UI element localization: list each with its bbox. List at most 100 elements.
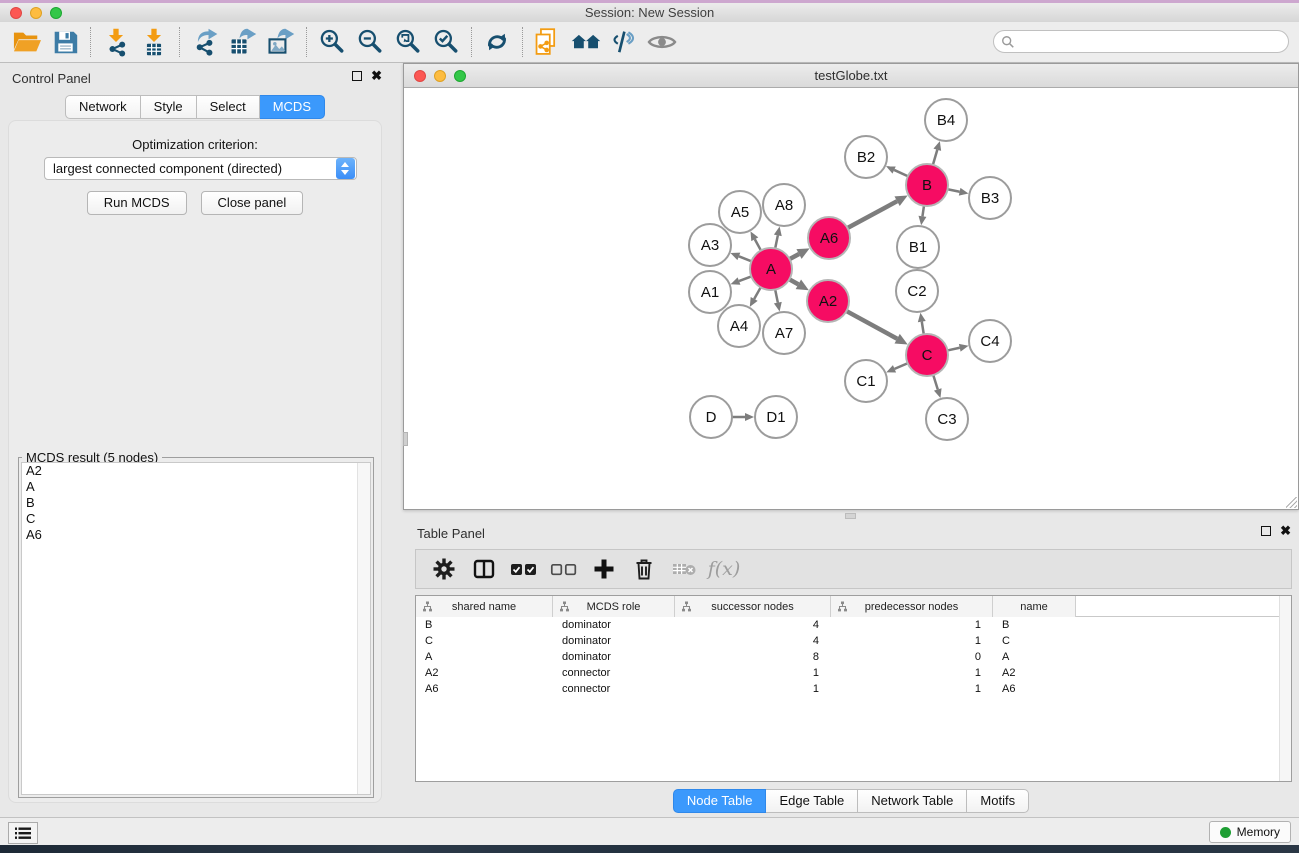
edge-C-C4[interactable] <box>947 348 959 351</box>
edge-B-B4[interactable] <box>933 150 937 165</box>
network-window-resize-handle[interactable] <box>1286 497 1297 508</box>
zoom-selected-icon[interactable] <box>427 25 465 59</box>
mcds-result-item[interactable]: A6 <box>22 527 370 543</box>
control-panel-tabs: NetworkStyleSelectMCDS <box>0 95 390 119</box>
memory-button[interactable]: Memory <box>1209 821 1291 843</box>
table-scrollbar[interactable] <box>1279 596 1291 781</box>
show-columns-icon[interactable] <box>466 553 502 585</box>
zoom-out-icon[interactable] <box>351 25 389 59</box>
criterion-dropdown-value: largest connected component (directed) <box>45 161 336 176</box>
tab-select[interactable]: Select <box>197 95 260 119</box>
home-sessions-icon[interactable] <box>567 25 605 59</box>
delete-table-icon[interactable] <box>666 553 702 585</box>
status-bar: Memory <box>0 817 1299 845</box>
memory-status-icon <box>1220 827 1231 838</box>
node-label-B: B <box>922 177 932 194</box>
float-panel-icon[interactable] <box>352 71 362 81</box>
zoom-fit-icon[interactable] <box>389 25 427 59</box>
column-header-name[interactable]: name <box>993 596 1076 617</box>
edge-B-B2[interactable] <box>894 170 908 176</box>
column-header-predecessor-nodes[interactable]: predecessor nodes <box>831 596 993 617</box>
mcds-tab-content: Optimization criterion: largest connecte… <box>8 120 382 803</box>
edge-A2-C[interactable] <box>846 311 897 339</box>
tab-edge-table[interactable]: Edge Table <box>766 789 858 813</box>
select-all-checkboxes-icon[interactable] <box>506 553 542 585</box>
tab-network-table[interactable]: Network Table <box>858 789 967 813</box>
mcds-result-item[interactable]: A2 <box>22 463 370 479</box>
export-image-icon[interactable] <box>262 25 300 59</box>
network-canvas[interactable]: AA1A2A3A4A5A6A7A8BB1B2B3B4CC1C2C3C4DD1 <box>404 88 1298 509</box>
tab-motifs[interactable]: Motifs <box>967 789 1029 813</box>
tab-network[interactable]: Network <box>65 95 141 119</box>
mcds-result-item[interactable]: A <box>22 479 370 495</box>
edge-C-C3[interactable] <box>933 375 937 389</box>
close-panel-icon[interactable]: ✖ <box>371 71 382 81</box>
column-header-shared-name[interactable]: shared name <box>416 596 553 617</box>
open-folder-icon[interactable] <box>8 25 46 59</box>
edge-A-A4[interactable] <box>754 287 761 299</box>
table-cell: dominator <box>553 651 675 663</box>
float-table-panel-icon[interactable] <box>1261 526 1271 536</box>
deselect-all-checkboxes-icon[interactable] <box>546 553 582 585</box>
edge-B-B1[interactable] <box>922 206 924 217</box>
edge-A-A5[interactable] <box>755 239 761 250</box>
table-cell: 8 <box>675 651 831 663</box>
add-column-icon[interactable] <box>586 553 622 585</box>
mcds-result-item[interactable]: B <box>22 495 370 511</box>
column-header-successor-nodes[interactable]: successor nodes <box>675 596 831 617</box>
toolbar-search-field[interactable] <box>993 30 1289 53</box>
tab-mcds[interactable]: MCDS <box>260 95 325 119</box>
table-row[interactable]: A2connector11A2 <box>416 665 1291 681</box>
node-label-B1: B1 <box>909 239 927 256</box>
edge-C-C2[interactable] <box>922 322 924 335</box>
table-row[interactable]: Adominator80A <box>416 649 1291 665</box>
task-history-button[interactable] <box>8 822 38 844</box>
tab-style[interactable]: Style <box>141 95 197 119</box>
edge-A6-B[interactable] <box>847 201 897 228</box>
criterion-dropdown[interactable]: largest connected component (directed) <box>44 157 357 180</box>
zoom-in-icon[interactable] <box>313 25 351 59</box>
mcds-result-item[interactable]: C <box>22 511 370 527</box>
network-window-titlebar[interactable]: testGlobe.txt <box>404 64 1298 88</box>
edge-A-A8[interactable] <box>775 235 778 248</box>
edge-A-A6[interactable] <box>790 254 799 259</box>
export-table-icon[interactable] <box>224 25 262 59</box>
table-toolbar: f(x) <box>415 549 1292 589</box>
edge-A-A2[interactable] <box>789 279 798 284</box>
mcds-result-list[interactable]: A2ABCA6 <box>21 462 371 795</box>
table-row[interactable]: Bdominator41B <box>416 617 1291 633</box>
save-icon[interactable] <box>46 25 84 59</box>
network-window-left-grip[interactable] <box>403 432 408 446</box>
table-options-gear-icon[interactable] <box>426 553 462 585</box>
node-table[interactable]: shared nameMCDS rolesuccessor nodesprede… <box>415 595 1292 782</box>
edge-C-C1[interactable] <box>895 363 908 369</box>
edge-A-A3[interactable] <box>739 256 752 261</box>
close-panel-button[interactable]: Close panel <box>201 191 304 215</box>
run-mcds-button[interactable]: Run MCDS <box>87 191 187 215</box>
edge-A-A1[interactable] <box>739 276 751 281</box>
node-label-A5: A5 <box>731 204 749 221</box>
function-builder-icon[interactable]: f(x) <box>706 553 742 585</box>
table-cell: connector <box>553 683 675 695</box>
import-table-icon[interactable] <box>135 25 173 59</box>
import-network-icon[interactable] <box>97 25 135 59</box>
table-row[interactable]: Cdominator41C <box>416 633 1291 649</box>
clone-network-icon[interactable] <box>529 25 567 59</box>
search-input[interactable] <box>1015 33 1288 51</box>
refresh-icon[interactable] <box>478 25 516 59</box>
tab-node-table[interactable]: Node Table <box>673 789 767 813</box>
table-cell: connector <box>553 667 675 679</box>
edge-A-A7[interactable] <box>775 290 778 303</box>
hide-graphics-details-icon[interactable] <box>605 25 643 59</box>
table-cell: A2 <box>416 667 553 679</box>
mcds-list-scrollbar[interactable] <box>357 463 370 794</box>
column-header-MCDS-role[interactable]: MCDS role <box>553 596 675 617</box>
arrowhead-icon <box>918 216 926 225</box>
export-network-icon[interactable] <box>186 25 224 59</box>
close-table-panel-icon[interactable]: ✖ <box>1280 526 1291 536</box>
edge-B-B3[interactable] <box>948 189 960 191</box>
delete-column-icon[interactable] <box>626 553 662 585</box>
node-label-A6: A6 <box>820 230 838 247</box>
table-row[interactable]: A6connector11A6 <box>416 681 1291 697</box>
show-graphics-details-icon[interactable] <box>643 25 681 59</box>
